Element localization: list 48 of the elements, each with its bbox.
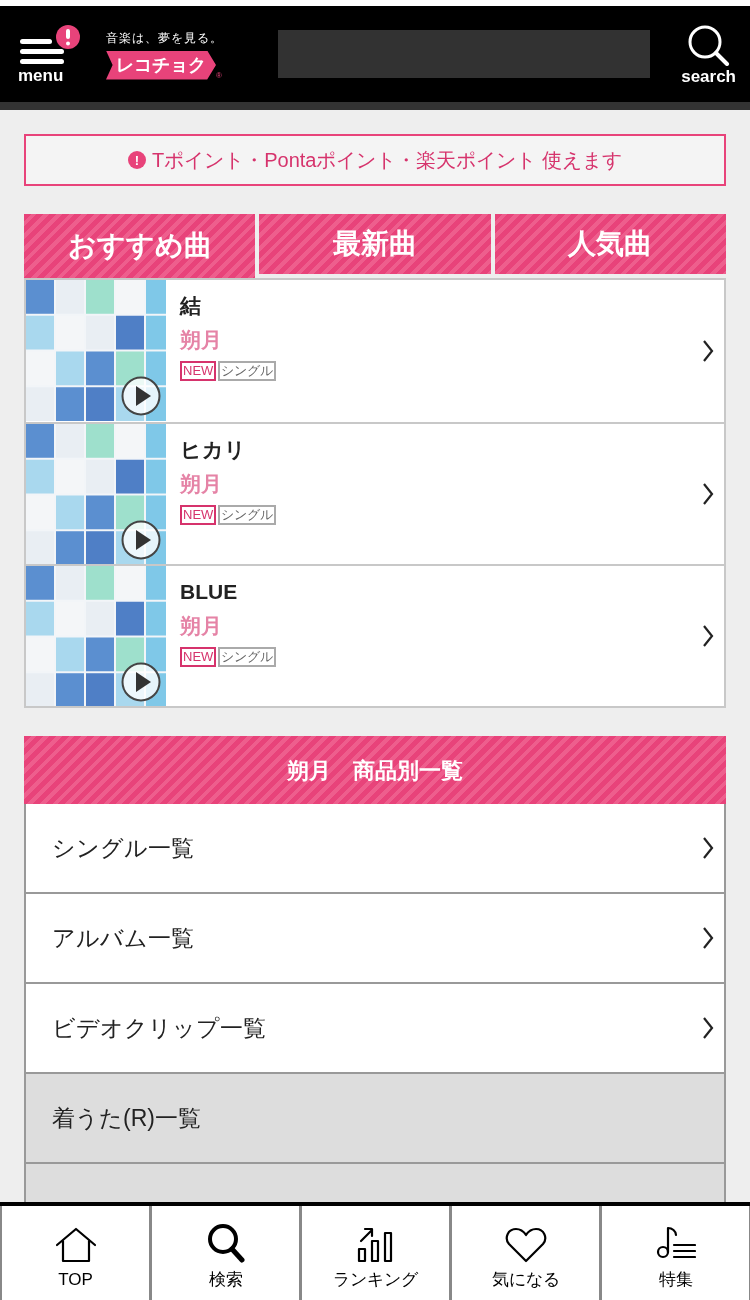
play-icon <box>121 376 161 416</box>
chevron-right-icon <box>702 1016 714 1040</box>
chevron-right-icon <box>702 339 714 363</box>
new-badge: NEW <box>180 647 217 667</box>
chevron-right-icon <box>702 926 714 950</box>
logo: レコチョク <box>106 50 216 80</box>
nav-button[interactable]: 特集 <box>600 1206 750 1300</box>
new-badge: NEW <box>180 361 217 381</box>
search-icon <box>206 1222 245 1263</box>
artist-name: 朔月 <box>180 326 223 353</box>
search-icon <box>686 23 731 66</box>
play-icon <box>121 662 161 702</box>
tab[interactable]: おすすめ曲 <box>24 214 256 278</box>
tagline: 音楽は、夢を見る。 <box>106 29 224 47</box>
nav-button[interactable]: TOP <box>0 1206 150 1300</box>
tab[interactable]: 最新曲 <box>259 214 491 274</box>
alert-icon: ! <box>127 151 146 169</box>
type-badge: シングル <box>218 647 277 667</box>
song-title: ヒカリ <box>180 437 247 463</box>
artist-name: 朔月 <box>180 612 223 639</box>
chevron-right-icon <box>702 482 714 506</box>
new-badge: NEW <box>180 505 217 525</box>
artist-name: 朔月 <box>180 470 223 497</box>
nav-button[interactable]: 検索 <box>150 1206 300 1300</box>
nav-button[interactable]: 気になる <box>450 1206 600 1300</box>
chevron-right-icon <box>702 624 714 648</box>
song-row[interactable]: 結 朔月 NEW シングル <box>26 280 724 422</box>
type-badge: シングル <box>218 505 277 525</box>
tab[interactable]: 人気曲 <box>494 214 726 274</box>
song-row[interactable]: ヒカリ 朔月 NEW シングル <box>26 422 724 564</box>
play-icon <box>121 520 161 560</box>
type-badge: シングル <box>218 361 277 381</box>
notice-text: Tポイント・Pontaポイント・楽天ポイント 使えます <box>151 148 622 173</box>
chevron-right-icon <box>702 836 714 860</box>
list-item[interactable]: ビデオクリップ一覧 <box>26 984 724 1074</box>
home-icon <box>54 1226 97 1263</box>
alert-badge-icon <box>56 24 80 49</box>
heart-icon <box>504 1226 547 1263</box>
song-row[interactable]: BLUE 朔月 NEW シングル <box>26 564 724 706</box>
menu-button[interactable]: menu <box>18 24 80 84</box>
search-button[interactable]: search <box>681 23 736 85</box>
section-header: 朔月 商品別一覧 <box>24 736 726 804</box>
nav-button[interactable]: ランキング <box>300 1206 450 1300</box>
list-item[interactable]: アルバム一覧 <box>26 894 724 984</box>
song-title: 結 <box>180 293 202 319</box>
list-item[interactable]: シングル一覧 <box>26 804 724 894</box>
registered-mark: ® <box>216 71 222 80</box>
song-title: BLUE <box>180 579 239 605</box>
